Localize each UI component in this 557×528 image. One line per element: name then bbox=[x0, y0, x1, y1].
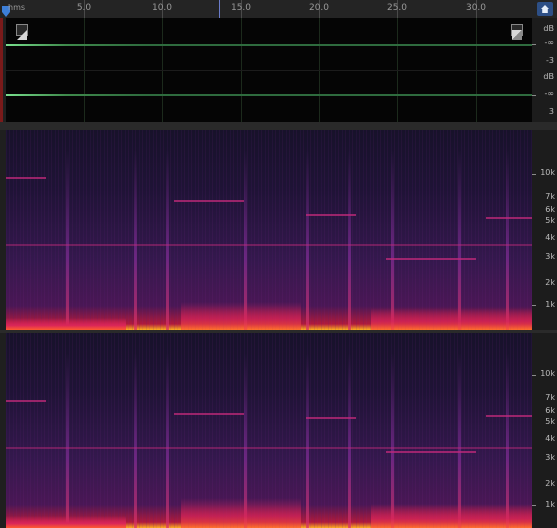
time-ruler[interactable]: hms 5.0 10.0 15.0 20.0 25.0 30.0 bbox=[0, 0, 557, 19]
freq-label: 7k bbox=[545, 393, 555, 402]
waveform-toggle-icon[interactable] bbox=[16, 24, 28, 40]
frequency-scale-top: 10k 7k 6k 5k 4k 3k 2k 1k bbox=[532, 130, 557, 330]
freq-label: 5k bbox=[545, 216, 555, 225]
time-units-label: hms bbox=[8, 3, 26, 12]
db-label: 3 bbox=[548, 107, 554, 116]
freq-label: 2k bbox=[545, 479, 555, 488]
home-icon bbox=[541, 5, 549, 13]
db-label: -∞ bbox=[544, 38, 554, 47]
freq-label: 10k bbox=[540, 369, 555, 378]
freq-label: 6k bbox=[545, 205, 555, 214]
edit-cursor-line bbox=[219, 0, 220, 18]
waveform-trace bbox=[6, 44, 532, 46]
freq-label: 3k bbox=[545, 453, 555, 462]
waveform-panel[interactable] bbox=[6, 18, 532, 123]
db-label: -3 bbox=[546, 56, 554, 65]
db-label: dB bbox=[543, 24, 554, 33]
freq-label: 10k bbox=[540, 168, 555, 177]
waveform-trace bbox=[6, 94, 532, 96]
db-label: -∞ bbox=[544, 89, 554, 98]
ruler-tick-label: 25.0 bbox=[386, 3, 408, 13]
spectrogram-channel-left[interactable] bbox=[6, 130, 532, 330]
freq-label: 1k bbox=[545, 500, 555, 509]
db-label: dB bbox=[543, 72, 554, 81]
frequency-scale-bottom: 10k 7k 6k 5k 4k 3k 2k 1k bbox=[532, 333, 557, 528]
waveform-toggle-icon[interactable] bbox=[511, 24, 523, 40]
spectrogram-channel-right[interactable] bbox=[6, 333, 532, 528]
ruler-tick-label: 20.0 bbox=[308, 3, 330, 13]
freq-label: 6k bbox=[545, 406, 555, 415]
amplitude-scale: dB -∞ -3 dB -∞ 3 bbox=[532, 18, 557, 122]
ruler-tick-label: 10.0 bbox=[151, 3, 173, 13]
ruler-tick-label: 30.0 bbox=[465, 3, 487, 13]
freq-label: 7k bbox=[545, 192, 555, 201]
freq-label: 4k bbox=[545, 434, 555, 443]
waveform-channel-right[interactable] bbox=[6, 70, 532, 123]
freq-label: 4k bbox=[545, 233, 555, 242]
freq-label: 3k bbox=[545, 252, 555, 261]
freq-label: 5k bbox=[545, 417, 555, 426]
home-button[interactable] bbox=[537, 2, 553, 16]
ruler-tick-label: 15.0 bbox=[230, 3, 252, 13]
ruler-tick-label: 5.0 bbox=[76, 3, 92, 13]
panel-separator[interactable] bbox=[0, 122, 557, 130]
waveform-channel-left[interactable] bbox=[6, 18, 532, 71]
freq-label: 2k bbox=[545, 278, 555, 287]
track-selection-indicator bbox=[0, 18, 3, 122]
freq-label: 1k bbox=[545, 300, 555, 309]
audio-editor-view: hms 5.0 10.0 15.0 20.0 25.0 30.0 dB -∞ -… bbox=[0, 0, 557, 528]
